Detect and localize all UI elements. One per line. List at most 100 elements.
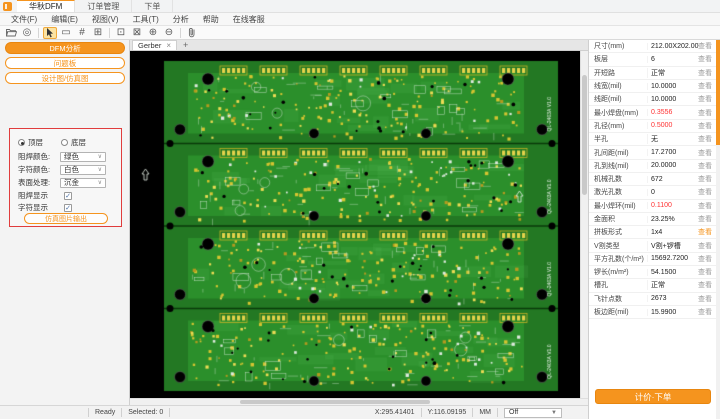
view-link[interactable]: 查看 xyxy=(694,161,717,171)
layer-radio-group: 顶层 底层 xyxy=(18,137,86,148)
toggle-row-0: 阻焊显示 ✓ xyxy=(18,190,118,201)
view-link[interactable]: 查看 xyxy=(694,307,717,317)
canvas-horizontal-scrollbar[interactable] xyxy=(130,398,588,405)
hscroll-thumb[interactable] xyxy=(240,400,430,404)
param-label: 平方孔数(个/m²) xyxy=(594,255,644,263)
panel-scrollbar[interactable] xyxy=(716,40,720,419)
view-link[interactable]: 查看 xyxy=(694,201,717,211)
setting-label: 表面处理: xyxy=(18,178,51,187)
chevron-down-icon: ∨ xyxy=(97,180,102,186)
setting-row-0: 阻焊颜色: 绿色 ∨ xyxy=(18,151,118,162)
setting-select-0[interactable]: 绿色 ∨ xyxy=(60,151,106,162)
menu-item-3[interactable]: 工具(T) xyxy=(126,14,166,25)
panel-grid-icon[interactable]: ⊞ xyxy=(91,27,105,39)
menu-item-0[interactable]: 文件(F) xyxy=(4,14,44,25)
setting-select-2[interactable]: 沉金 ∨ xyxy=(60,177,106,188)
title-tab-0[interactable]: 华秋DFM xyxy=(17,0,76,12)
param-value: 672 xyxy=(647,175,694,183)
setting-label: 阻焊颜色: xyxy=(18,152,51,161)
layer-radio-1[interactable]: 底层 xyxy=(61,137,86,148)
select-value: 白色 xyxy=(64,165,79,174)
issues-board-button[interactable]: 问题板 xyxy=(5,57,125,69)
mode-dropdown[interactable]: Off ▼ xyxy=(504,407,562,418)
toolbar: ◎ ▭ # ⊞ ⊡ ⊠ ⊕ ⊖ xyxy=(0,26,720,40)
panel-scrollbar-thumb[interactable] xyxy=(716,40,720,145)
layer-radio-0[interactable]: 顶层 xyxy=(18,137,43,148)
view-link[interactable]: 查看 xyxy=(694,280,717,290)
menu-item-1[interactable]: 编辑(E) xyxy=(44,14,85,25)
zoom-out-icon[interactable]: ⊖ xyxy=(162,27,176,39)
price-order-button[interactable]: 计价·下单 xyxy=(595,389,711,404)
table-row: 孔间距(mil) 17.2700 查看 xyxy=(589,146,717,160)
toolbar-separator xyxy=(180,27,181,38)
select-value: 沉金 xyxy=(64,178,79,187)
pcb-gerber-view[interactable] xyxy=(130,51,580,398)
menu-item-4[interactable]: 分析 xyxy=(166,14,196,25)
open-folder-icon[interactable] xyxy=(4,27,18,39)
view-link[interactable]: 查看 xyxy=(694,294,717,304)
view-link[interactable]: 查看 xyxy=(694,267,717,277)
param-value: 54.1500 xyxy=(647,268,694,276)
dfm-analyze-button[interactable]: DFM分析 xyxy=(5,42,125,54)
tab-close-icon[interactable]: × xyxy=(166,41,171,50)
title-tab-2[interactable]: 下单 xyxy=(132,0,174,12)
view-link[interactable]: 查看 xyxy=(694,241,717,251)
param-value: 10.0000 xyxy=(647,82,694,90)
param-label: 最小焊环(mil) xyxy=(594,202,636,210)
toggle-label: 字符显示 xyxy=(18,203,48,212)
view-link[interactable]: 查看 xyxy=(694,227,717,237)
view-link[interactable]: 查看 xyxy=(694,254,717,264)
table-row: 槽孔 正常 查看 xyxy=(589,279,717,293)
setting-select-1[interactable]: 白色 ∨ xyxy=(60,164,106,175)
simulation-settings-box: 顶层 底层 阻焊颜色: 绿色 ∨ 字符颜色: 白色 ∨ 表面处理: 沉金 ∨ 阻焊显示 ✓ 字符显示 ✓… xyxy=(9,128,122,227)
checkbox-1[interactable]: ✓ xyxy=(64,203,72,212)
measure-icon[interactable]: # xyxy=(75,27,89,39)
cursor-icon[interactable] xyxy=(43,26,57,39)
toolbar-separator xyxy=(38,27,39,38)
table-row: 拼板形式 1x4 查看 xyxy=(589,226,717,240)
setting-row-2: 表面处理: 沉金 ∨ xyxy=(18,177,118,188)
canvas-vertical-scrollbar[interactable] xyxy=(580,51,588,398)
menu-item-5[interactable]: 帮助 xyxy=(196,14,226,25)
preview-icon[interactable]: ◎ xyxy=(20,27,34,39)
param-value: 15692.7200 xyxy=(647,255,694,263)
param-value: 17.2700 xyxy=(647,149,694,157)
vscroll-thumb[interactable] xyxy=(582,75,587,195)
table-row: 孔到线(mil) 20.0000 查看 xyxy=(589,160,717,173)
view-link[interactable]: 查看 xyxy=(694,187,717,197)
zoom-in-icon[interactable]: ⊕ xyxy=(146,27,160,39)
view-link[interactable]: 查看 xyxy=(694,134,717,144)
menu-item-2[interactable]: 视图(V) xyxy=(85,14,126,25)
param-label: 板层 xyxy=(594,56,608,64)
statusbar-divider xyxy=(88,408,89,417)
view-link[interactable]: 查看 xyxy=(694,41,717,51)
param-label: 板边距(mil) xyxy=(594,309,629,317)
table-row: 激光孔数 0 查看 xyxy=(589,186,717,200)
crop-icon[interactable]: ⊡ xyxy=(114,27,128,39)
checkbox-0[interactable]: ✓ xyxy=(64,191,72,200)
view-link[interactable]: 查看 xyxy=(694,148,717,158)
export-simulation-image-button[interactable]: 仿真图片输出 xyxy=(24,213,108,224)
radio-label: 底层 xyxy=(71,138,86,147)
rect-select-icon[interactable]: ▭ xyxy=(59,27,73,39)
view-link[interactable]: 查看 xyxy=(694,94,717,104)
status-selected-count: Selected: 0 xyxy=(128,409,164,416)
design-sim-view-button[interactable]: 设计图/仿真图 xyxy=(5,72,125,84)
view-link[interactable]: 查看 xyxy=(694,108,717,118)
param-value: 1x4 xyxy=(647,228,694,236)
view-link[interactable]: 查看 xyxy=(694,214,717,224)
view-link[interactable]: 查看 xyxy=(694,121,717,131)
view-link[interactable]: 查看 xyxy=(694,81,717,91)
gerber-tab[interactable]: Gerber × xyxy=(132,40,178,50)
param-value: 23.25% xyxy=(647,215,694,223)
fit-view-icon[interactable]: ⊠ xyxy=(130,27,144,39)
param-label: 孔间距(mil) xyxy=(594,149,629,157)
menu-item-6[interactable]: 在线客服 xyxy=(226,14,272,25)
statusbar: Ready Selected: 0 X:295.41401 Y:116.0919… xyxy=(0,405,588,419)
attach-icon[interactable] xyxy=(185,27,199,39)
view-link[interactable]: 查看 xyxy=(694,68,717,78)
tab-add-icon[interactable]: + xyxy=(177,40,194,50)
view-link[interactable]: 查看 xyxy=(694,174,717,184)
title-tab-1[interactable]: 订单管理 xyxy=(75,0,133,12)
view-link[interactable]: 查看 xyxy=(694,54,717,64)
